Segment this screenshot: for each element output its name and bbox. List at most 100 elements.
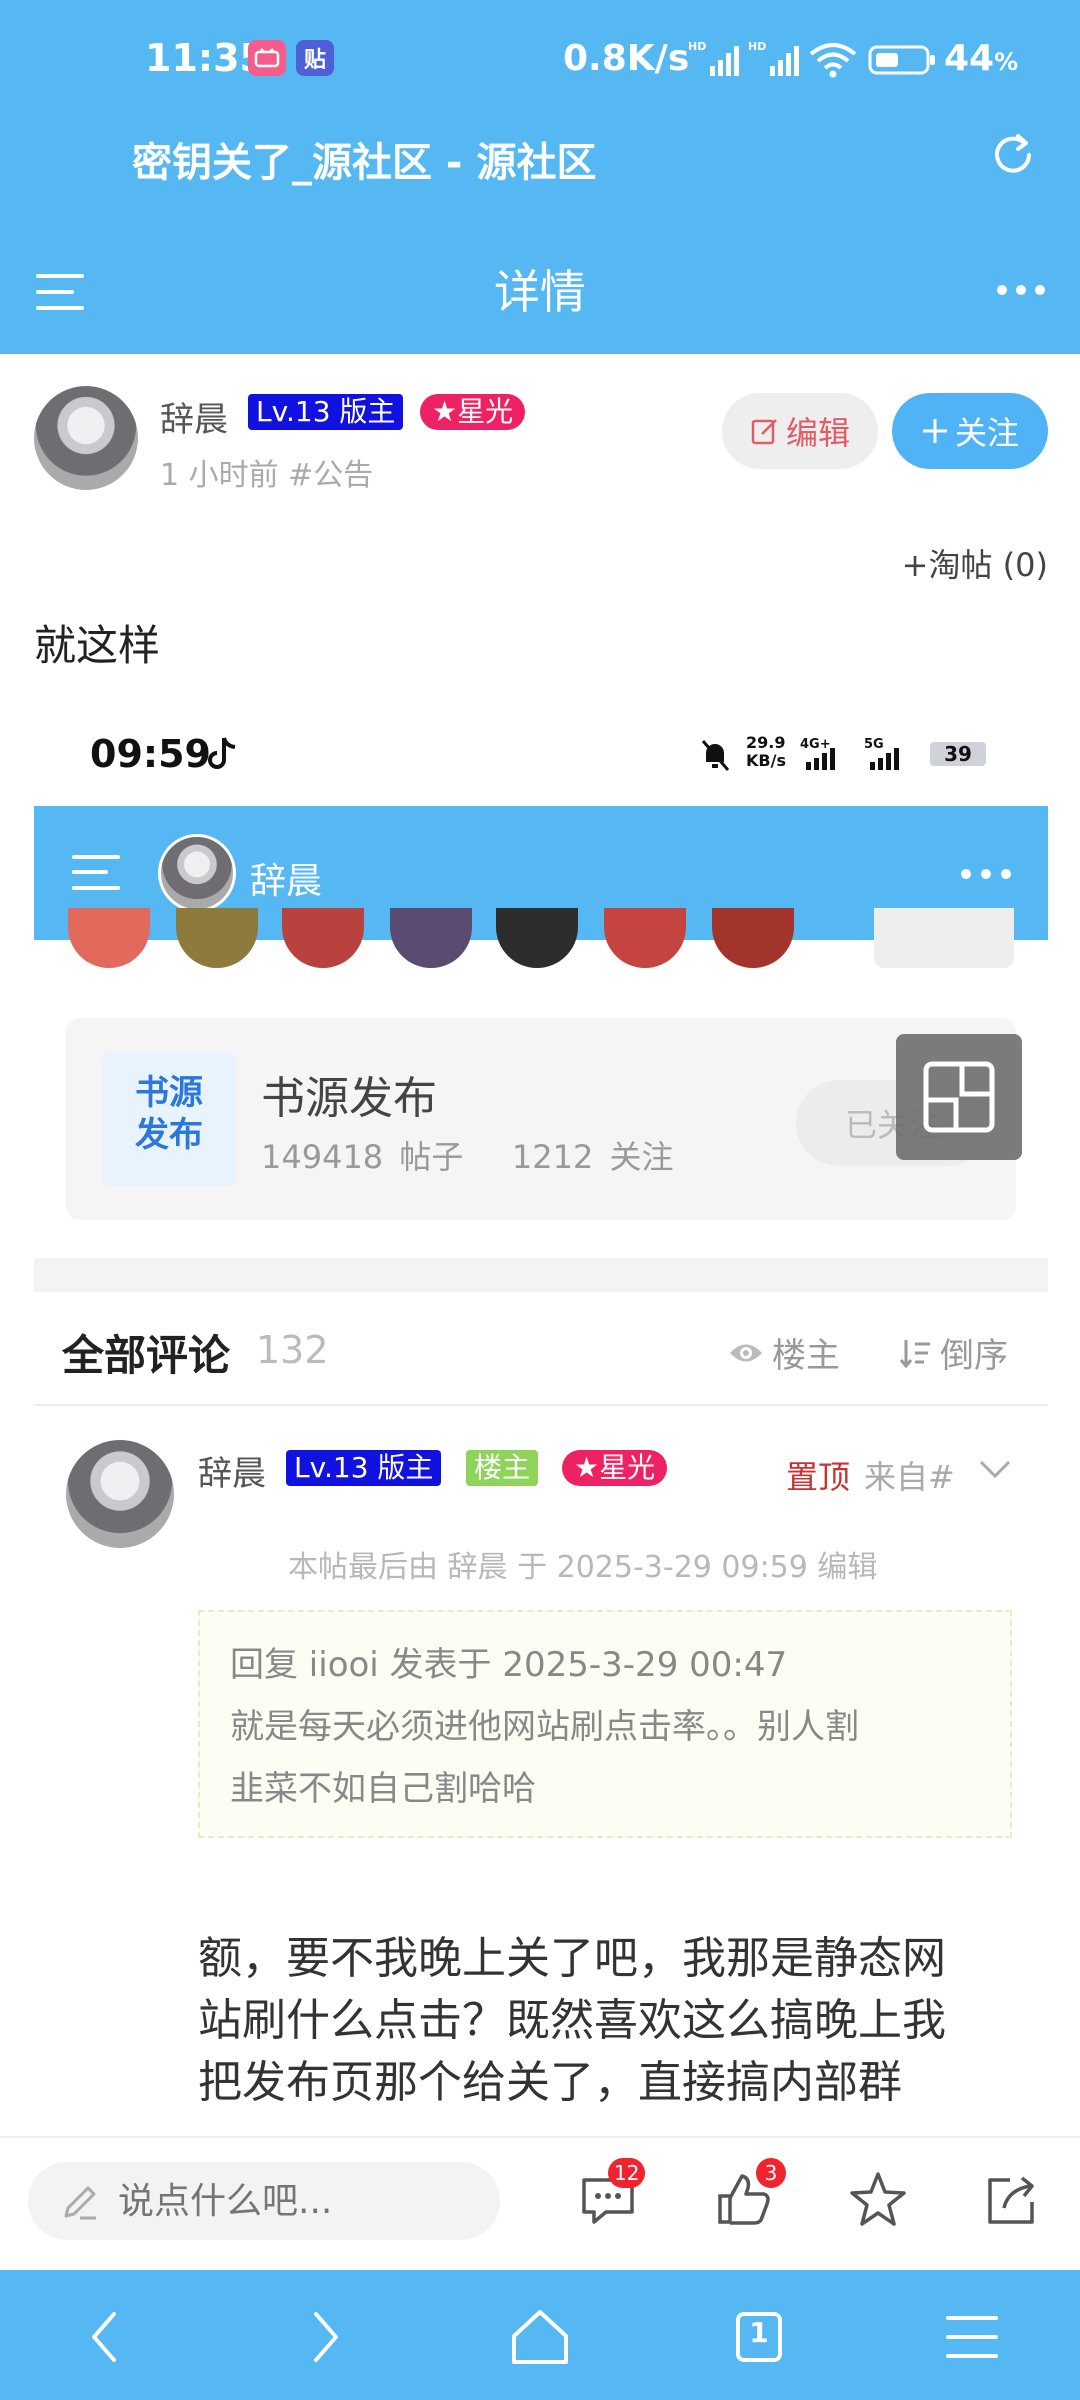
chevron-down-icon[interactable]: [978, 1458, 1012, 1480]
page-title: 详情: [494, 265, 586, 319]
svg-text:5G: 5G: [864, 737, 884, 752]
member-avatar: [712, 908, 794, 968]
embedded-time: 09:59: [90, 732, 211, 776]
browser-nav-bar: 1: [0, 2270, 1080, 2400]
comment-line-1: 额，要不我晚上关了吧，我那是静态网: [198, 1933, 946, 1984]
mute-bell-icon: [700, 738, 730, 772]
owner-only-filter[interactable]: 楼主: [728, 1328, 840, 1377]
author-avatar[interactable]: [34, 386, 138, 490]
star-tag: ★星光: [420, 394, 526, 430]
signal-icon: HD: [688, 40, 748, 78]
forum-follows: 1212 关注: [511, 1138, 674, 1176]
refresh-icon[interactable]: [988, 130, 1038, 180]
comment-badge: 12: [608, 2158, 646, 2188]
star-icon: [850, 2172, 906, 2226]
bilibili-app-icon: [248, 40, 286, 76]
edit-notice: 本帖最后由 辞晨 于 2025-3-29 09:59 编辑: [288, 1550, 878, 1585]
embedded-avatar: [158, 834, 236, 912]
member-avatar: [390, 908, 472, 968]
share-icon: [988, 2176, 1034, 2224]
owner-tag: 楼主: [466, 1450, 539, 1486]
quote-text-2: 韭菜不如自己割哈哈: [230, 1769, 536, 1809]
status-bar: 11:35 贴 0.8K/s HD HD 44%: [0, 0, 1080, 120]
commenter-star-tag: ★星光: [562, 1450, 668, 1486]
comments-title: 全部评论: [62, 1331, 231, 1380]
comments-count: 132: [256, 1328, 329, 1372]
comment-input-pill[interactable]: [28, 2162, 500, 2240]
sort-label: 倒序: [940, 1336, 1008, 1376]
member-avatar: [604, 908, 686, 968]
quote-block: 回复 iiooi 发表于 2025-3-29 00:47 就是每天必须进他网站刷…: [198, 1610, 1012, 1838]
sort-icon: [900, 1339, 930, 1368]
follow-label: 关注: [954, 414, 1019, 452]
comment-body: 额，要不我晚上关了吧，我那是静态网 站刷什么点击？既然喜欢这么搞晚上我 把发布页…: [198, 1928, 1028, 2114]
back-icon[interactable]: [70, 2302, 146, 2372]
embedded-username: 辞晨: [250, 861, 323, 902]
embedded-status-bar: 09:59 29.9 KB/s 4G+ 5G 39: [34, 700, 1048, 806]
like-badge: 3: [756, 2158, 786, 2188]
edit-label: 编辑: [785, 414, 850, 452]
embedded-menu-icon: [72, 852, 122, 894]
level-tag: Lv.13 版主: [248, 394, 404, 430]
favorite-button[interactable]: [846, 2168, 910, 2232]
edit-icon: [751, 419, 777, 445]
battery-icon: [868, 44, 938, 76]
pinned-label: 置顶: [786, 1458, 851, 1496]
sort-toggle[interactable]: 倒序: [900, 1328, 1008, 1377]
tab-count: 1: [749, 2316, 769, 2349]
tabs-button[interactable]: 1: [720, 2302, 796, 2372]
commenter-avatar[interactable]: [66, 1440, 174, 1548]
network-speed: 0.8K/s: [563, 38, 690, 79]
owner-filter-label: 楼主: [772, 1336, 840, 1376]
browser-menu-icon[interactable]: [934, 2302, 1010, 2372]
pencil-icon: [60, 2182, 100, 2222]
embedded-net-speed: 29.9 KB/s: [746, 733, 786, 770]
commenter-level-tag: Lv.13 版主: [286, 1450, 442, 1486]
embedded-5g-icon: 5G: [864, 736, 924, 772]
author-name[interactable]: 辞晨: [160, 392, 228, 441]
page-nav-bar: 详情: [0, 230, 1080, 354]
embedded-cut-button: [874, 908, 1014, 968]
wifi-icon: [808, 40, 858, 78]
home-icon[interactable]: [502, 2302, 578, 2372]
share-button[interactable]: [980, 2168, 1044, 2232]
embedded-battery: 39: [930, 742, 986, 766]
post-meta: 1 小时前 #公告: [160, 458, 374, 493]
member-avatar: [496, 908, 578, 968]
quote-text-1: 就是每天必须进他网站刷点击率。。别人割: [230, 1707, 859, 1747]
tieba-app-icon: 贴: [296, 40, 334, 76]
tiktok-icon: [208, 736, 238, 772]
forum-logo-line1: 书源: [135, 1073, 203, 1113]
more-icon[interactable]: [996, 282, 1046, 298]
member-avatar: [282, 908, 364, 968]
forum-logo: 书源 发布: [102, 1052, 236, 1186]
forum-card: 书源 发布 书源发布 149418 帖子 1212 关注 已关注: [66, 1018, 1022, 1220]
plus-icon: [922, 419, 947, 443]
browser-page-title[interactable]: 密钥关了_源社区 - 源社区: [132, 130, 596, 188]
member-avatar: [176, 908, 258, 968]
comment-line-2: 站刷什么点击？既然喜欢这么搞晚上我: [198, 1995, 946, 2046]
forward-icon[interactable]: [284, 2302, 360, 2372]
svg-text:HD: HD: [748, 40, 766, 53]
fullscreen-toggle-icon[interactable]: [896, 1034, 1022, 1160]
browser-title-bar: 密钥关了_源社区 - 源社区: [0, 120, 1080, 299]
forum-stats: 149418 帖子 1212 关注: [261, 1132, 673, 1178]
embedded-more-icon: [960, 866, 1012, 882]
signal-icon-2: HD: [748, 40, 808, 78]
quote-header: 回复 iiooi 发表于 2025-3-29 00:47: [230, 1645, 788, 1685]
comments-header: 全部评论 132 楼主 倒序: [34, 1292, 1048, 1406]
embedded-signal-icon: 4G+: [800, 736, 860, 772]
eye-icon: [730, 1344, 762, 1361]
commenter-name[interactable]: 辞晨: [198, 1446, 266, 1495]
comment-input[interactable]: [118, 2162, 478, 2240]
taotie-link[interactable]: +淘帖 (0): [902, 540, 1048, 586]
forum-name: 书源发布: [261, 1073, 437, 1124]
follow-button[interactable]: 关注: [892, 393, 1048, 469]
post-body: 就这样: [34, 621, 161, 670]
svg-text:4G+: 4G+: [800, 737, 831, 752]
battery-percent: 44%: [944, 38, 1019, 79]
edit-button[interactable]: 编辑: [722, 393, 878, 469]
section-divider: [34, 1258, 1048, 1292]
svg-text:HD: HD: [688, 40, 706, 53]
comment-input-bar: 12 3: [0, 2136, 1080, 2270]
